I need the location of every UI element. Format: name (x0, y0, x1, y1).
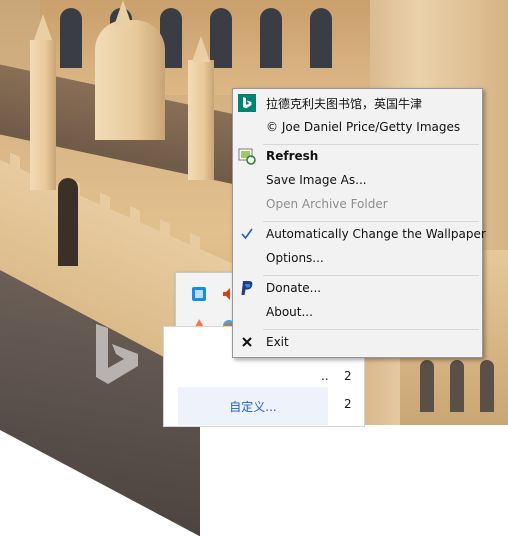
menu-item-about[interactable]: About... (233, 301, 482, 323)
wallpaper-doorway (58, 178, 78, 266)
menu-item-label: Options... (266, 251, 324, 265)
menu-separator (263, 329, 479, 330)
bing-logo-icon (238, 94, 256, 112)
wallpaper-window (420, 360, 434, 412)
menu-item-label: Open Archive Folder (266, 197, 388, 211)
wallpaper-window (450, 360, 464, 412)
jumplist-row-count: 2 (344, 397, 352, 411)
wallpaper-crenel (10, 152, 20, 169)
menu-item-label: About... (266, 305, 313, 319)
checkmark-icon (238, 225, 256, 243)
menu-item-auto-change-wallpaper[interactable]: Automatically Change the Wallpaper (233, 223, 486, 245)
wallpaper-window (310, 8, 332, 68)
jumplist-row-dots: .. (321, 369, 329, 383)
menu-item-label: 拉德克利夫图书馆，英国牛津 (266, 96, 423, 111)
context-menu: 拉德克利夫图书馆，英国牛津 © Joe Daniel Price/Getty I… (232, 88, 486, 358)
customize-link[interactable]: 自定义... (178, 387, 328, 425)
menu-item-label: Save Image As... (266, 173, 367, 187)
jumplist-row-count: 2 (344, 369, 352, 383)
menu-item-exit[interactable]: Exit (233, 331, 482, 353)
menu-item-label: © Joe Daniel Price/Getty Images (266, 120, 461, 134)
wallpaper-spire (114, 0, 132, 26)
wallpaper-window (210, 8, 232, 68)
menu-item-copyright[interactable]: © Joe Daniel Price/Getty Images (233, 116, 482, 138)
wallpaper-crenel (190, 232, 200, 250)
menu-item-save-image[interactable]: Save Image As... (233, 169, 482, 191)
wallpaper-crenel (130, 205, 140, 223)
menu-item-donate[interactable]: Donate... (233, 277, 482, 299)
wallpaper-window (480, 360, 494, 412)
wallpaper-window (60, 8, 82, 68)
menu-item-label: Exit (266, 335, 289, 349)
menu-item-label: Donate... (266, 281, 322, 295)
menu-item-label: Automatically Change the Wallpaper (266, 227, 486, 241)
menu-separator (263, 275, 479, 276)
menu-item-open-archive-folder[interactable]: Open Archive Folder (233, 193, 482, 215)
wallpaper-window (260, 8, 282, 68)
wallpaper-tower (188, 60, 214, 180)
bing-watermark-icon (96, 324, 138, 384)
wallpaper-spire (34, 14, 52, 40)
menu-item-image-title[interactable]: 拉德克利夫图书馆，英国牛津 (233, 92, 482, 114)
menu-item-label: Refresh (266, 149, 319, 163)
wallpaper-tower (30, 40, 56, 190)
wallpaper-crenel (100, 192, 110, 209)
refresh-icon (238, 147, 256, 165)
jumplist-row[interactable]: .. 2 (164, 369, 364, 389)
wallpaper-tower (95, 20, 165, 140)
network-app-icon[interactable] (190, 285, 208, 303)
close-icon (238, 333, 256, 351)
wallpaper-crenel (160, 219, 170, 236)
menu-item-refresh[interactable]: Refresh (233, 145, 482, 167)
wallpaper-spire (192, 36, 210, 62)
menu-item-options[interactable]: Options... (233, 247, 482, 269)
menu-separator (263, 221, 479, 222)
paypal-icon (238, 279, 256, 297)
